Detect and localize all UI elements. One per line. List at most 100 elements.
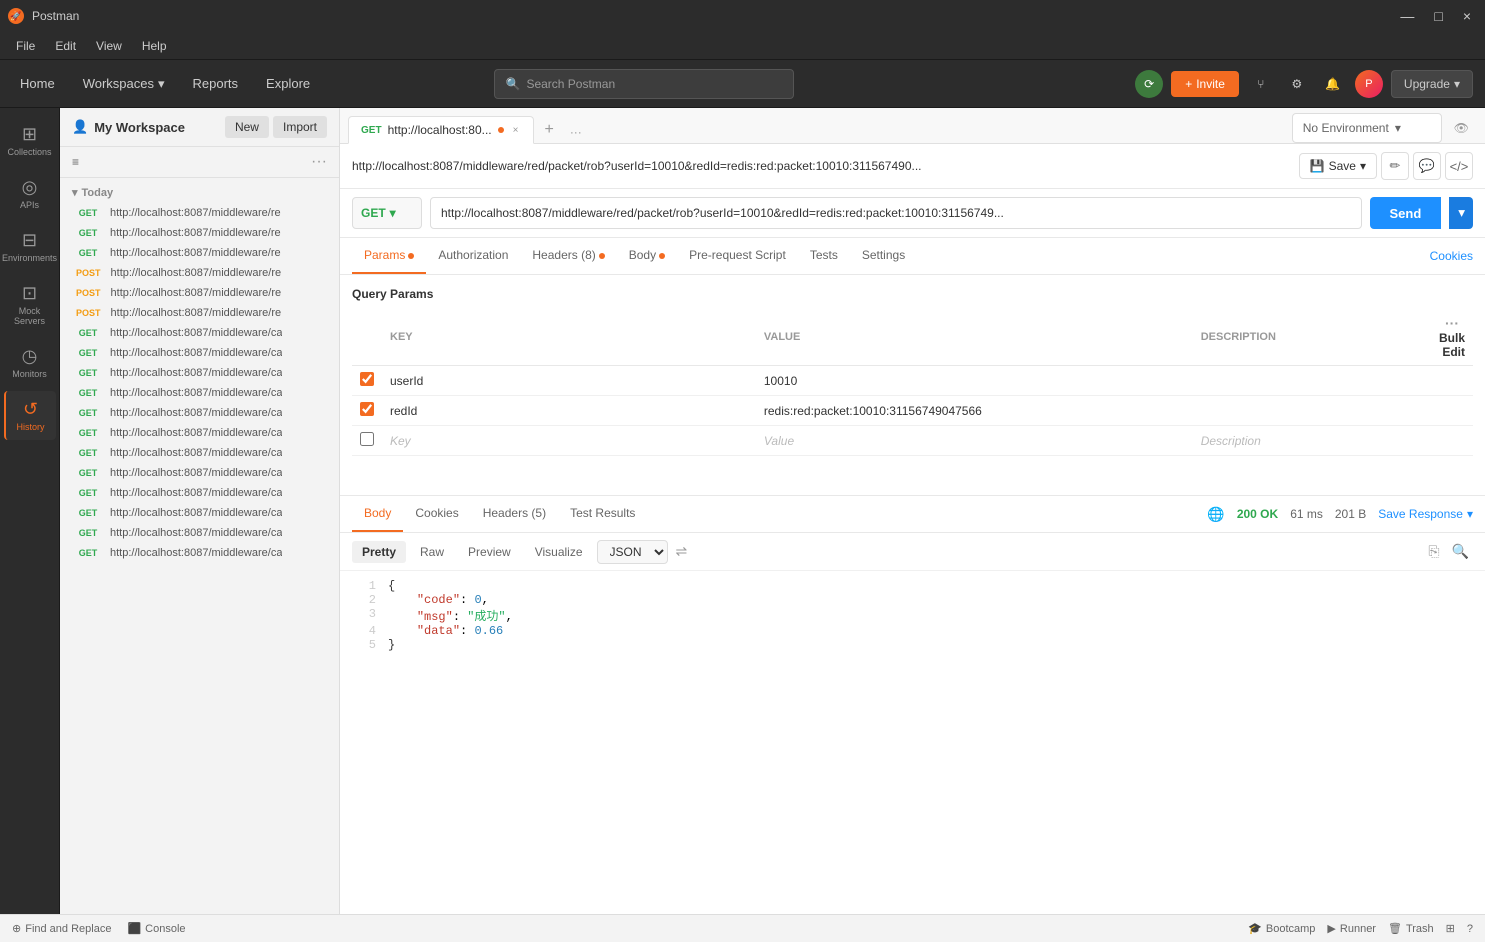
list-item[interactable]: GET http://localhost:8087/middleware/re — [60, 223, 339, 243]
invite-button[interactable]: + Invite — [1171, 71, 1239, 97]
collapse-icon[interactable]: ▾ — [72, 186, 78, 199]
list-item[interactable]: GET http://localhost:8087/middleware/ca — [60, 343, 339, 363]
list-item[interactable]: GET http://localhost:8087/middleware/re — [60, 243, 339, 263]
environment-selector[interactable]: No Environment ▾ — [1292, 113, 1442, 143]
list-item[interactable]: GET http://localhost:8087/middleware/ca — [60, 463, 339, 483]
tab-body[interactable]: Body — [617, 238, 677, 274]
help-button[interactable]: ? — [1467, 922, 1473, 935]
method-dropdown[interactable]: GET ▾ — [352, 197, 422, 229]
tab-authorization[interactable]: Authorization — [426, 238, 520, 274]
tab-settings[interactable]: Settings — [850, 238, 917, 274]
layout-button[interactable]: ⊞ — [1446, 922, 1455, 935]
tab-prerequest[interactable]: Pre-request Script — [677, 238, 798, 274]
response-tab-cookies[interactable]: Cookies — [403, 496, 470, 532]
bulk-edit-button[interactable]: Bulk Edit — [1439, 331, 1465, 359]
sidebar-item-history[interactable]: ↺ History — [4, 391, 56, 440]
list-item[interactable]: GET http://localhost:8087/middleware/ca — [60, 443, 339, 463]
import-button[interactable]: Import — [273, 116, 327, 138]
console-button[interactable]: ⬛ Console — [127, 922, 185, 935]
sync-icon[interactable]: ⟳ — [1135, 70, 1163, 98]
row-checkbox-1[interactable] — [360, 372, 374, 386]
sidebar-item-environments[interactable]: ⊟ Environments — [4, 222, 56, 271]
save-button[interactable]: 💾 Save ▾ — [1299, 153, 1377, 179]
url-input[interactable] — [430, 197, 1362, 229]
trash-button[interactable]: 🗑 Trash — [1388, 922, 1434, 935]
method-badge: GET — [72, 207, 104, 219]
workspaces-dropdown[interactable]: Workspaces ▾ — [75, 72, 173, 96]
menubar: File Edit View Help — [0, 32, 1485, 60]
list-item[interactable]: GET http://localhost:8087/middleware/ca — [60, 523, 339, 543]
more-options-icon[interactable]: ··· — [311, 153, 327, 171]
menu-view[interactable]: View — [88, 37, 130, 55]
tab-headers[interactable]: Headers (8) — [520, 238, 616, 274]
sidebar-item-collections[interactable]: ⊞ Collections — [4, 116, 56, 165]
find-replace-button[interactable]: ⊕ Find and Replace — [12, 922, 111, 935]
sidebar-item-monitors[interactable]: ◷ Monitors — [4, 338, 56, 387]
wrap-lines-icon[interactable]: ⇌ — [672, 539, 692, 564]
list-item[interactable]: POST http://localhost:8087/middleware/re — [60, 263, 339, 283]
list-item[interactable]: POST http://localhost:8087/middleware/re — [60, 283, 339, 303]
table-more-icon[interactable]: ··· — [1439, 313, 1465, 333]
upgrade-button[interactable]: Upgrade ▾ — [1391, 70, 1473, 98]
list-item[interactable]: GET http://localhost:8087/middleware/ca — [60, 383, 339, 403]
format-tab-preview[interactable]: Preview — [458, 541, 521, 563]
notification-icon-button[interactable]: 🔔 — [1319, 70, 1347, 98]
format-tab-pretty[interactable]: Pretty — [352, 541, 406, 563]
list-item[interactable]: GET http://localhost:8087/middleware/ca — [60, 363, 339, 383]
list-item[interactable]: GET http://localhost:8087/middleware/ca — [60, 403, 339, 423]
env-eye-icon[interactable]: 👁 — [1450, 117, 1473, 139]
maximize-button[interactable]: □ — [1428, 6, 1448, 26]
minimize-button[interactable]: — — [1394, 6, 1420, 26]
close-button[interactable]: × — [1457, 6, 1477, 26]
more-tabs-button[interactable]: ··· — [562, 121, 590, 143]
format-tab-visualize[interactable]: Visualize — [525, 541, 593, 563]
sidebar-item-apis[interactable]: ◎ APIs — [4, 169, 56, 218]
home-link[interactable]: Home — [12, 72, 63, 95]
code-icon-button[interactable]: </> — [1445, 152, 1473, 180]
cookies-link[interactable]: Cookies — [1430, 249, 1473, 263]
tab-params[interactable]: Params — [352, 238, 426, 274]
left-panel-header: 👤 My Workspace New Import — [60, 108, 339, 147]
fork-icon-button[interactable]: ⑂ — [1247, 70, 1275, 98]
comment-icon-button[interactable]: 💬 — [1413, 152, 1441, 180]
send-dropdown-button[interactable]: ▾ — [1449, 197, 1473, 229]
list-item[interactable]: GET http://localhost:8087/middleware/ca — [60, 323, 339, 343]
history-url: http://localhost:8087/middleware/ca — [110, 327, 282, 339]
filter-icon[interactable]: ≡ — [72, 155, 79, 169]
list-item[interactable]: GET http://localhost:8087/middleware/ca — [60, 423, 339, 443]
tab-active[interactable]: GET http://localhost:80... × — [348, 116, 534, 144]
tab-tests[interactable]: Tests — [798, 238, 850, 274]
search-box[interactable]: 🔍 Search Postman — [494, 69, 794, 99]
response-tab-headers[interactable]: Headers (5) — [471, 496, 558, 532]
send-button[interactable]: Send — [1370, 197, 1442, 229]
new-tab-button[interactable]: + — [536, 117, 561, 143]
bootcamp-button[interactable]: 🎓 Bootcamp — [1248, 922, 1315, 935]
response-tab-test-results[interactable]: Test Results — [558, 496, 647, 532]
save-response-button[interactable]: Save Response ▾ — [1378, 507, 1473, 521]
format-tab-raw[interactable]: Raw — [410, 541, 454, 563]
method-badge: GET — [72, 527, 104, 539]
row-checkbox-2[interactable] — [360, 402, 374, 416]
settings-icon-button[interactable]: ⚙ — [1283, 70, 1311, 98]
menu-edit[interactable]: Edit — [47, 37, 84, 55]
response-tab-body[interactable]: Body — [352, 496, 403, 532]
list-item[interactable]: GET http://localhost:8087/middleware/ca — [60, 483, 339, 503]
tab-close-button[interactable]: × — [510, 124, 522, 137]
edit-icon-button[interactable]: ✏ — [1381, 152, 1409, 180]
reports-link[interactable]: Reports — [185, 72, 247, 95]
search-response-icon[interactable]: 🔍 — [1448, 539, 1473, 564]
avatar[interactable]: P — [1355, 70, 1383, 98]
sidebar-item-mock-servers[interactable]: ⊡ Mock Servers — [4, 275, 56, 334]
copy-icon[interactable]: ⎘ — [1424, 539, 1443, 564]
menu-file[interactable]: File — [8, 37, 43, 55]
runner-button[interactable]: ▶ Runner — [1327, 922, 1376, 935]
list-item[interactable]: GET http://localhost:8087/middleware/re — [60, 203, 339, 223]
list-item[interactable]: POST http://localhost:8087/middleware/re — [60, 303, 339, 323]
menu-help[interactable]: Help — [134, 37, 175, 55]
list-item[interactable]: GET http://localhost:8087/middleware/ca — [60, 543, 339, 563]
row-checkbox-new[interactable] — [360, 432, 374, 446]
list-item[interactable]: GET http://localhost:8087/middleware/ca — [60, 503, 339, 523]
format-selector[interactable]: JSON XML HTML Text — [597, 540, 668, 564]
explore-link[interactable]: Explore — [258, 72, 318, 95]
new-button[interactable]: New — [225, 116, 269, 138]
